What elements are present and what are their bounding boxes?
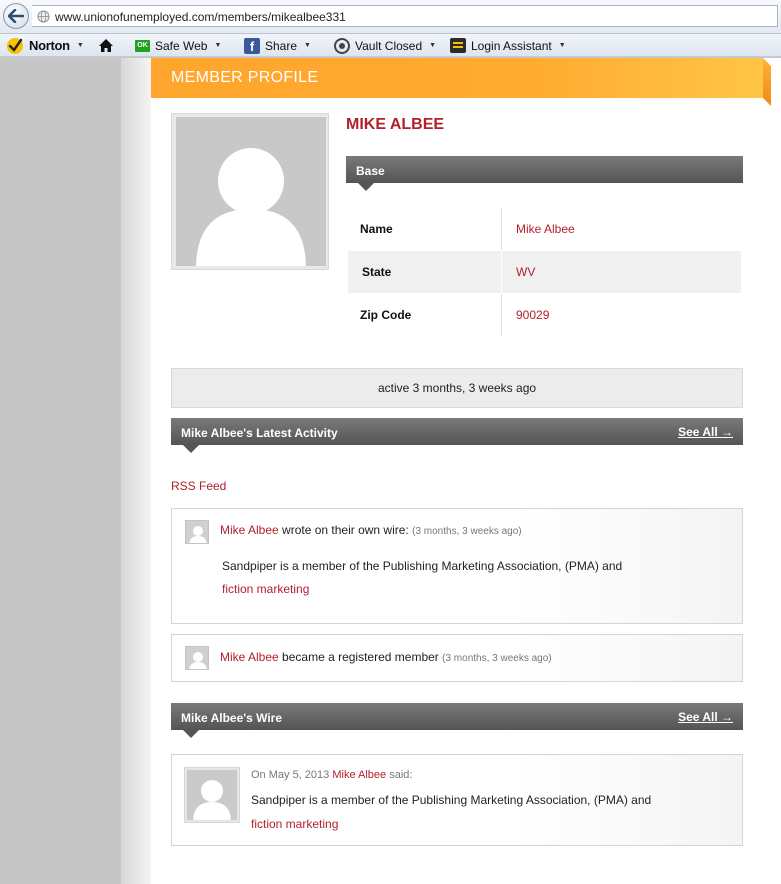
- wire-see-all-link[interactable]: See All →: [678, 710, 733, 724]
- field-divider: [501, 251, 502, 293]
- home-button[interactable]: [98, 34, 114, 57]
- fiction-marketing-link[interactable]: fiction marketing: [251, 817, 338, 831]
- avatar[interactable]: [185, 646, 209, 670]
- field-label: State: [362, 265, 392, 279]
- vault-label: Vault Closed: [355, 38, 423, 53]
- header-pointer: [358, 183, 374, 191]
- activity-item: Mike Albee wrote on their own wire: (3 m…: [171, 508, 743, 624]
- url-text: www.unionofunemployed.com/members/mikeal…: [55, 10, 346, 24]
- facebook-icon: f: [244, 37, 260, 54]
- share-button[interactable]: f Share ▼: [244, 34, 311, 57]
- field-value[interactable]: WV: [516, 265, 535, 279]
- safe-web-button[interactable]: OK Safe Web ▼: [135, 34, 221, 57]
- wire-section-header: Mike Albee's Wire See All →: [171, 703, 743, 738]
- field-value[interactable]: Mike Albee: [516, 222, 575, 236]
- activity-action: became a registered member: [282, 650, 439, 664]
- wire-post-meta: On May 5, 2013 Mike Albee said:: [251, 769, 412, 781]
- share-label: Share: [265, 38, 298, 53]
- chevron-down-icon: ▼: [76, 42, 84, 49]
- activity-see-all-link[interactable]: See All →: [678, 425, 733, 439]
- field-divider: [501, 208, 502, 250]
- chevron-down-icon: ▼: [429, 42, 437, 49]
- rss-feed-link[interactable]: RSS Feed: [171, 479, 226, 493]
- vault-button[interactable]: Vault Closed ▼: [334, 34, 436, 57]
- page-background: [0, 58, 121, 884]
- address-bar: www.unionofunemployed.com/members/mikeal…: [0, 0, 781, 34]
- field-label: Zip Code: [360, 308, 412, 322]
- url-field[interactable]: www.unionofunemployed.com/members/mikeal…: [32, 5, 778, 27]
- wire-post: On May 5, 2013 Mike Albee said: Sandpipe…: [171, 754, 743, 846]
- header-pointer: [183, 730, 199, 738]
- activity-author-link[interactable]: Mike Albee: [220, 650, 279, 664]
- page-shadow: [121, 58, 151, 884]
- wire-author-link[interactable]: Mike Albee: [332, 769, 386, 781]
- member-profile-header: MEMBER PROFILE: [151, 58, 763, 98]
- profile-field-row: Name Mike Albee: [346, 208, 741, 250]
- field-label: Name: [360, 222, 393, 236]
- activity-time: (3 months, 3 weeks ago): [412, 526, 522, 537]
- back-arrow-icon: [8, 9, 24, 23]
- activity-section-header: Mike Albee's Latest Activity See All →: [171, 418, 743, 453]
- profile-field-row: Zip Code 90029: [346, 294, 741, 336]
- activity-time: (3 months, 3 weeks ago): [442, 653, 552, 664]
- avatar: [171, 113, 329, 270]
- default-avatar-icon: [196, 148, 306, 266]
- home-icon: [99, 39, 113, 52]
- member-name: MIKE ALBEE: [346, 116, 445, 133]
- norton-label: Norton: [29, 38, 70, 53]
- norton-check-icon: [7, 37, 23, 54]
- active-status: active 3 months, 3 weeks ago: [171, 368, 743, 408]
- activity-headline: Mike Albee became a registered member (3…: [220, 650, 552, 664]
- profile-field-row: State WV: [348, 251, 741, 293]
- login-assistant-button[interactable]: Login Assistant ▼: [450, 34, 566, 57]
- globe-icon: [37, 10, 50, 23]
- fiction-marketing-link[interactable]: fiction marketing: [222, 582, 309, 596]
- activity-section-title: Mike Albee's Latest Activity: [181, 426, 338, 440]
- avatar-image: [187, 770, 237, 820]
- login-assistant-label: Login Assistant: [471, 38, 552, 53]
- wire-said: said:: [389, 769, 413, 781]
- avatar-image: [176, 117, 326, 266]
- field-value[interactable]: 90029: [516, 308, 549, 322]
- login-assistant-icon: [450, 38, 466, 53]
- chevron-down-icon: ▼: [214, 42, 222, 49]
- activity-body: Sandpiper is a member of the Publishing …: [222, 559, 623, 573]
- field-divider: [501, 294, 502, 336]
- activity-item: Mike Albee became a registered member (3…: [171, 634, 743, 682]
- page-title: MEMBER PROFILE: [171, 69, 319, 86]
- default-avatar-icon: [189, 526, 207, 543]
- safe-web-ok-icon: OK: [135, 39, 150, 52]
- chevron-down-icon: ▼: [558, 42, 566, 49]
- wire-section-title: Mike Albee's Wire: [181, 711, 283, 725]
- base-section-header: Base: [346, 156, 743, 191]
- safe-web-label: Safe Web: [155, 38, 208, 53]
- activity-action: wrote on their own wire:: [282, 523, 409, 537]
- wire-post-date: On May 5, 2013: [251, 769, 330, 781]
- header-ribbon-fold: [763, 58, 771, 106]
- default-avatar-icon: [193, 780, 231, 820]
- base-section-title: Base: [356, 164, 385, 178]
- norton-menu-button[interactable]: Norton ▼: [6, 34, 84, 57]
- chevron-down-icon: ▼: [304, 42, 311, 49]
- wire-post-body: Sandpiper is a member of the Publishing …: [251, 793, 652, 807]
- vault-icon: [334, 37, 350, 54]
- activity-author-link[interactable]: Mike Albee: [220, 523, 279, 537]
- default-avatar-icon: [189, 652, 207, 669]
- avatar[interactable]: [185, 520, 209, 544]
- back-button[interactable]: [3, 3, 29, 29]
- avatar[interactable]: [184, 767, 240, 823]
- header-pointer: [183, 445, 199, 453]
- norton-toolbar: Norton ▼ OK Safe Web ▼ f Share ▼ Vault C…: [0, 34, 781, 57]
- activity-headline: Mike Albee wrote on their own wire: (3 m…: [220, 523, 522, 537]
